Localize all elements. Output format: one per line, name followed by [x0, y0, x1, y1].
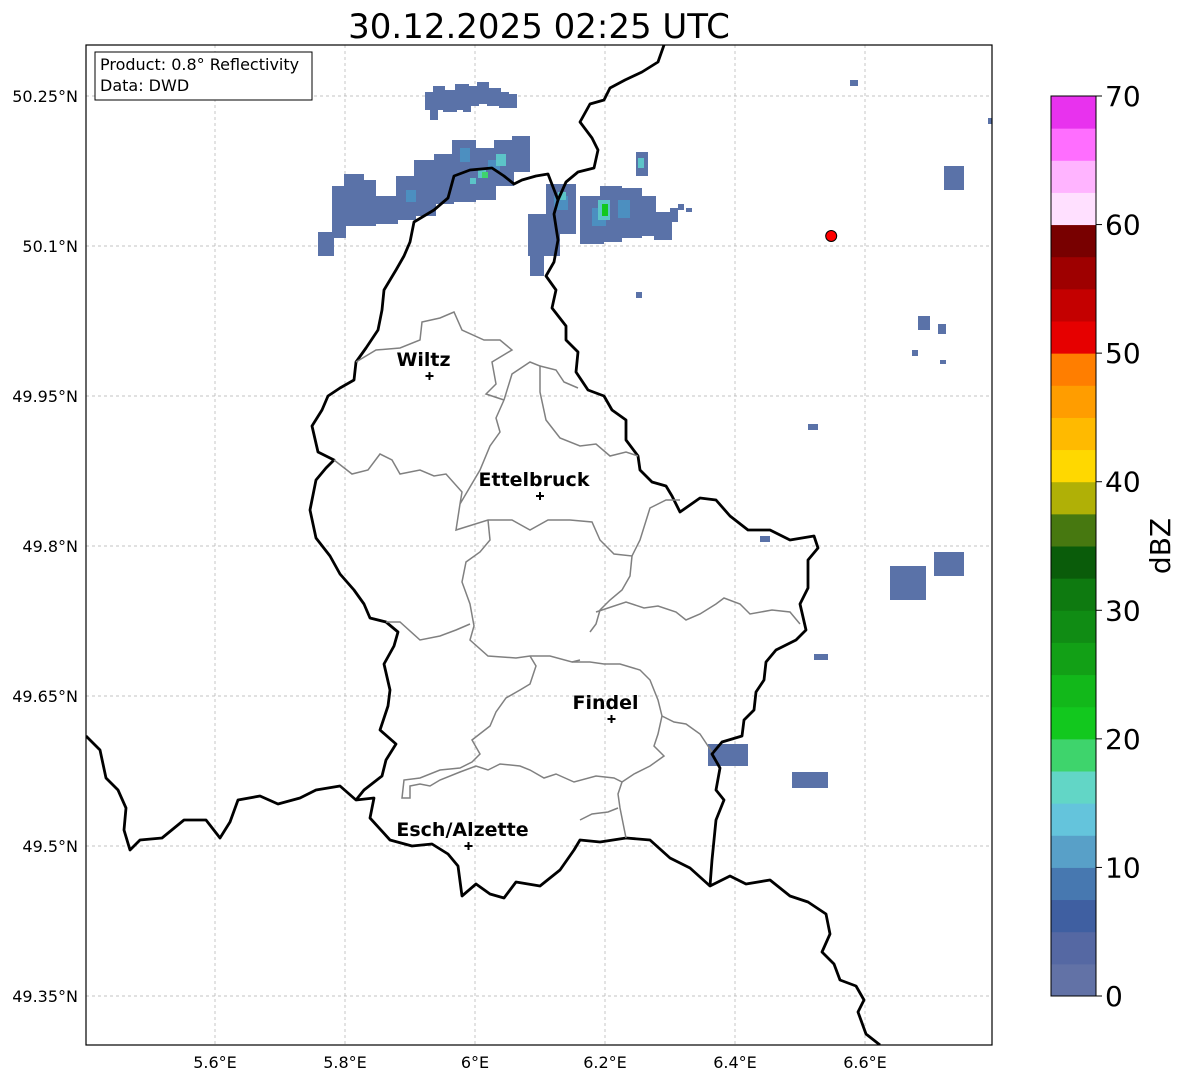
info-product: Product: 0.8° Reflectivity [100, 55, 299, 74]
colorbar-swatch [1051, 738, 1096, 772]
colorbar-tick-label: 0 [1105, 980, 1123, 1013]
lat-tick-label: 49.95°N [12, 387, 78, 406]
colorbar-swatch [1051, 867, 1096, 901]
lat-tick-labels: 50.25°N 50.1°N 49.95°N 49.8°N 49.65°N 49.5°N 4… [12, 87, 78, 1006]
colorbar-tick-label: 40 [1105, 466, 1141, 499]
lon-tick-label: 5.6°E [193, 1053, 237, 1072]
city-label: Wiltz [396, 349, 450, 371]
colorbar-swatch [1051, 481, 1096, 515]
colorbar-swatch [1051, 899, 1096, 933]
colorbar-swatch [1051, 160, 1096, 193]
colorbar: 0 10 20 30 40 50 60 70 dBZ [1050, 80, 1177, 1013]
colorbar-swatch [1051, 256, 1096, 290]
colorbar-tick-label: 30 [1105, 594, 1141, 627]
radar-site-marker [825, 230, 838, 242]
lon-tick-label: 6°E [461, 1053, 489, 1072]
colorbar-label: dBZ [1144, 518, 1177, 574]
colorbar-swatch [1051, 96, 1096, 129]
colorbar-swatch [1051, 674, 1096, 708]
map-axes: 5.6°E 5.8°E 6°E 6.2°E 6.4°E 6.6°E 50.25°N 50.1… [12, 44, 993, 1072]
colorbar-ticks: 0 10 20 30 40 50 60 70 [1096, 80, 1141, 1013]
figure-title: 30.12.2025 02:25 UTC [348, 7, 730, 47]
lat-tick-label: 50.1°N [22, 237, 78, 256]
colorbar-tick-label: 50 [1105, 337, 1141, 370]
colorbar-tick-label: 60 [1105, 209, 1141, 242]
colorbar-swatch [1051, 835, 1096, 868]
colorbar-swatch [1051, 224, 1096, 258]
city-label: Esch/Alzette [396, 819, 528, 841]
lat-tick-label: 49.5°N [22, 837, 78, 856]
colorbar-swatch [1051, 610, 1096, 643]
radar-figure: 30.12.2025 02:25 UTC 5.6°E 5.8°E 6°E 6.2… [12, 7, 1177, 1072]
colorbar-swatch [1051, 642, 1096, 676]
lon-tick-label: 6.6°E [843, 1053, 887, 1072]
lon-tick-labels: 5.6°E 5.8°E 6°E 6.2°E 6.4°E 6.6°E [193, 1053, 887, 1072]
lon-tick-label: 6.4°E [713, 1053, 757, 1072]
info-data-source: Data: DWD [100, 76, 189, 95]
lon-tick-label: 5.8°E [323, 1053, 367, 1072]
colorbar-swatch [1051, 513, 1096, 547]
colorbar-swatch [1051, 192, 1096, 226]
lat-tick-label: 49.65°N [12, 687, 78, 706]
colorbar-tick-label: 70 [1105, 80, 1141, 113]
colorbar-swatch [1051, 771, 1096, 804]
colorbar-swatch [1051, 803, 1096, 836]
lon-tick-label: 6.2°E [583, 1053, 627, 1072]
colorbar-swatch [1051, 385, 1096, 418]
colorbar-swatch [1051, 321, 1096, 354]
colorbar-swatch [1051, 546, 1096, 579]
colorbar-swatch [1051, 128, 1096, 161]
city-label: Ettelbruck [479, 469, 590, 491]
radar-site-dot [825, 230, 838, 242]
colorbar-swatch [1051, 449, 1096, 483]
map-background [86, 45, 992, 1045]
colorbar-swatches [1051, 96, 1096, 997]
colorbar-swatch [1051, 353, 1096, 386]
lat-tick-label: 49.35°N [12, 987, 78, 1006]
city-label: Findel [572, 692, 638, 714]
colorbar-tick-label: 10 [1105, 851, 1141, 884]
colorbar-tick-label: 20 [1105, 723, 1141, 756]
lat-tick-label: 50.25°N [12, 87, 78, 106]
lat-tick-label: 49.8°N [22, 537, 78, 556]
colorbar-swatch [1051, 931, 1096, 965]
colorbar-swatch [1051, 963, 1096, 997]
colorbar-swatch [1051, 578, 1096, 611]
colorbar-swatch [1051, 706, 1096, 740]
colorbar-swatch [1051, 417, 1096, 451]
info-box: Product: 0.8° Reflectivity Data: DWD [94, 51, 313, 101]
colorbar-swatch [1051, 288, 1096, 322]
